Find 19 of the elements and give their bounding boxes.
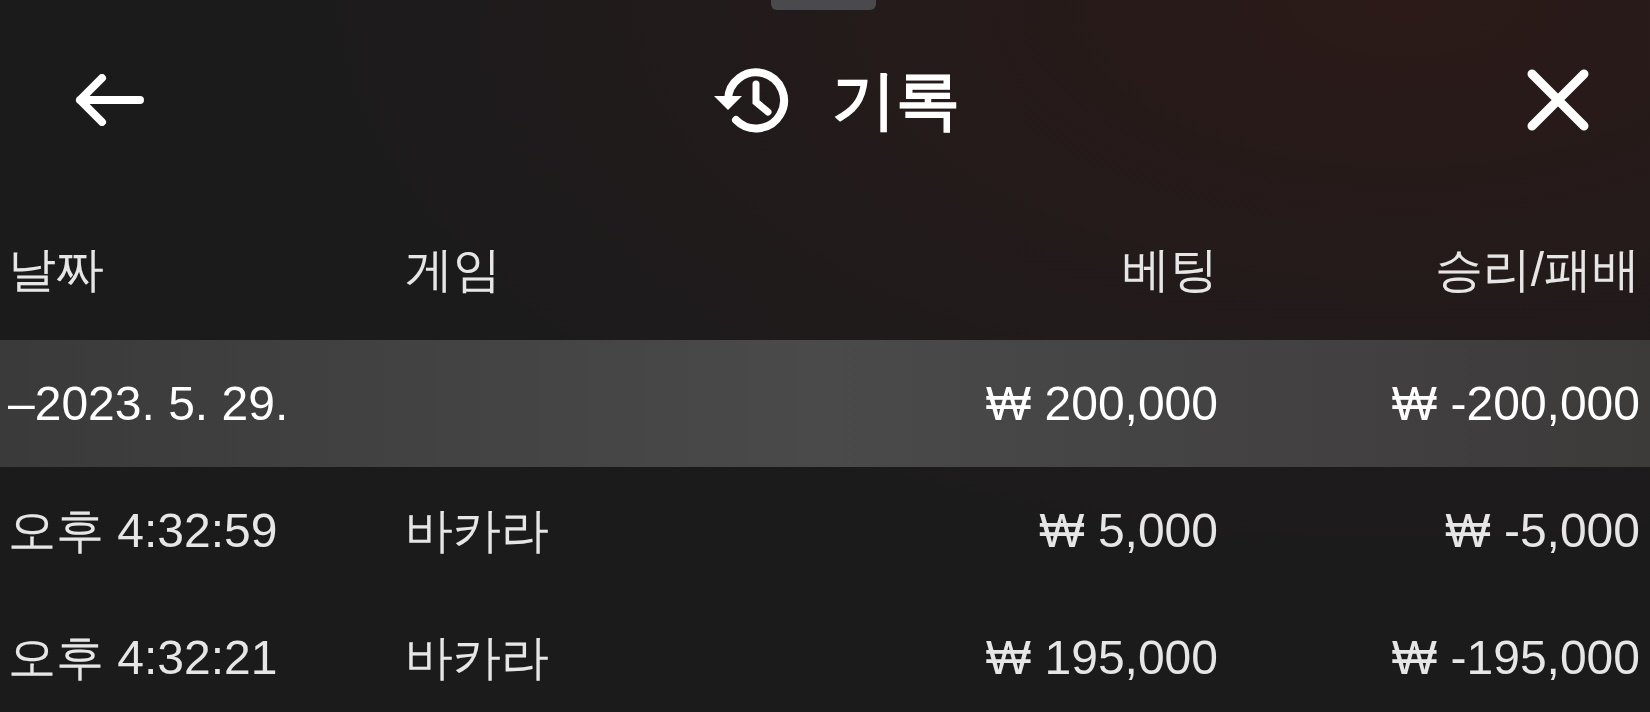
date-group-row[interactable]: –2023. 5. 29. ₩ 200,000 ₩ -200,000 — [0, 340, 1650, 467]
result-cell-text: ₩ -5,000 — [1444, 503, 1640, 558]
game-cell-text: 바카라 — [405, 502, 550, 559]
result-cell-text: ₩ -200,000 — [1390, 376, 1640, 431]
result-cell-text: ₩ -195,000 — [1390, 630, 1640, 685]
date-cell-text: –2023. 5. 29. — [8, 376, 290, 431]
game-cell-text: 바카라 — [405, 629, 550, 686]
close-icon[interactable] — [1526, 68, 1590, 132]
time-cell-text: 오후 4:32:59 — [8, 502, 279, 559]
column-header: 베팅 — [1121, 242, 1218, 298]
column-header: 승리/패배 — [1433, 242, 1640, 298]
column-header: 게임 — [405, 242, 502, 298]
screen-title: 기록 — [832, 62, 960, 138]
bet-cell-text: ₩ 5,000 — [1038, 503, 1218, 558]
bet-cell-text: ₩ 195,000 — [984, 630, 1218, 685]
column-header: 날짜 — [8, 242, 105, 298]
time-cell-text: 오후 4:32:21 — [8, 629, 279, 686]
drag-handle[interactable] — [771, 0, 876, 10]
bet-cell-text: ₩ 200,000 — [984, 376, 1218, 431]
